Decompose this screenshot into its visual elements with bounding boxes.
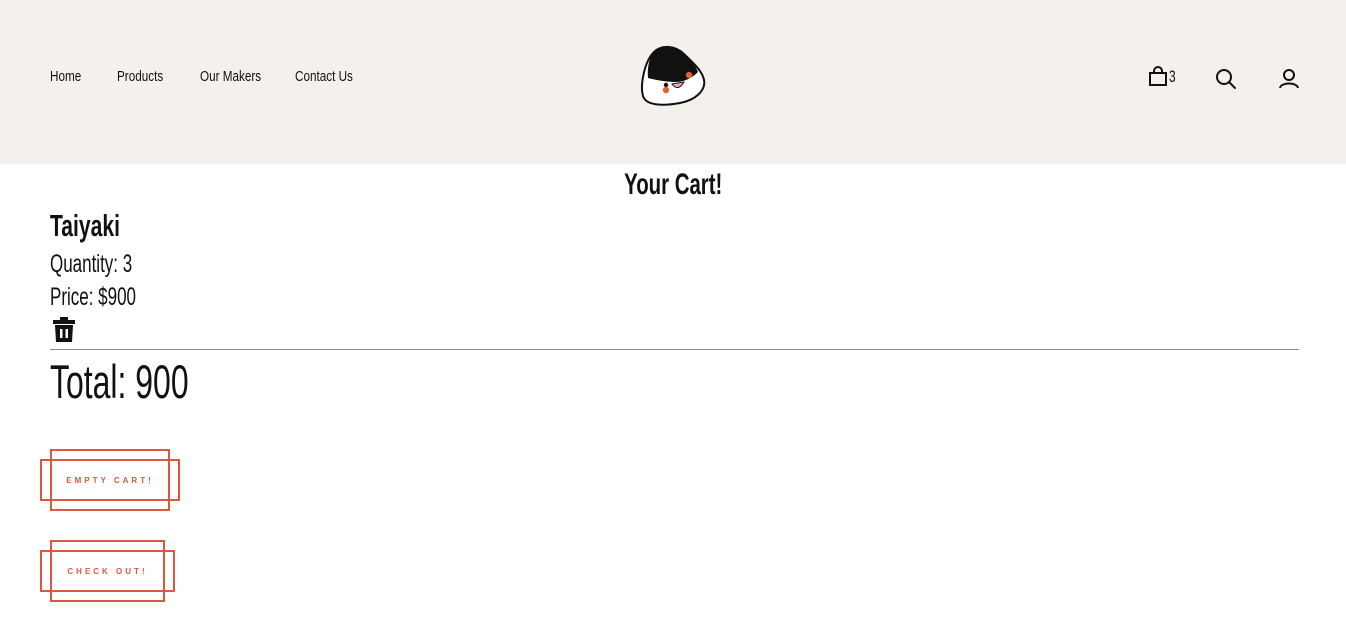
- nav-products-link[interactable]: Products: [117, 68, 163, 85]
- cart-total: Total: 900: [50, 355, 189, 408]
- nav-home-link[interactable]: Home: [50, 68, 81, 85]
- site-header: Home Products Our Makers Contact Us 3: [0, 0, 1346, 164]
- cart-divider: [50, 349, 1299, 350]
- nav-makers-link[interactable]: Our Makers: [200, 68, 261, 85]
- checkout-button[interactable]: CHECK OUT!: [40, 540, 175, 602]
- cart-link[interactable]: 3: [1148, 66, 1178, 88]
- cart-item-name: Taiyaki: [50, 208, 120, 243]
- empty-cart-button[interactable]: EMPTY CART!: [40, 449, 180, 511]
- user-icon[interactable]: [1277, 67, 1301, 91]
- search-icon[interactable]: [1214, 67, 1238, 91]
- empty-cart-button-wrapper: EMPTY CART!: [40, 449, 180, 511]
- onigiri-logo-icon[interactable]: [640, 44, 706, 108]
- trash-icon[interactable]: [52, 317, 76, 343]
- cart-item-price: Price: $900: [50, 283, 136, 311]
- cart-title: Your Cart!: [623, 168, 723, 201]
- cart-item-quantity: Quantity: 3: [50, 250, 133, 278]
- cart-count-badge: 3: [1169, 67, 1176, 86]
- checkout-button-wrapper: CHECK OUT!: [40, 540, 175, 602]
- shopping-bag-icon: [1149, 66, 1167, 86]
- nav-contact-link[interactable]: Contact Us: [295, 68, 353, 85]
